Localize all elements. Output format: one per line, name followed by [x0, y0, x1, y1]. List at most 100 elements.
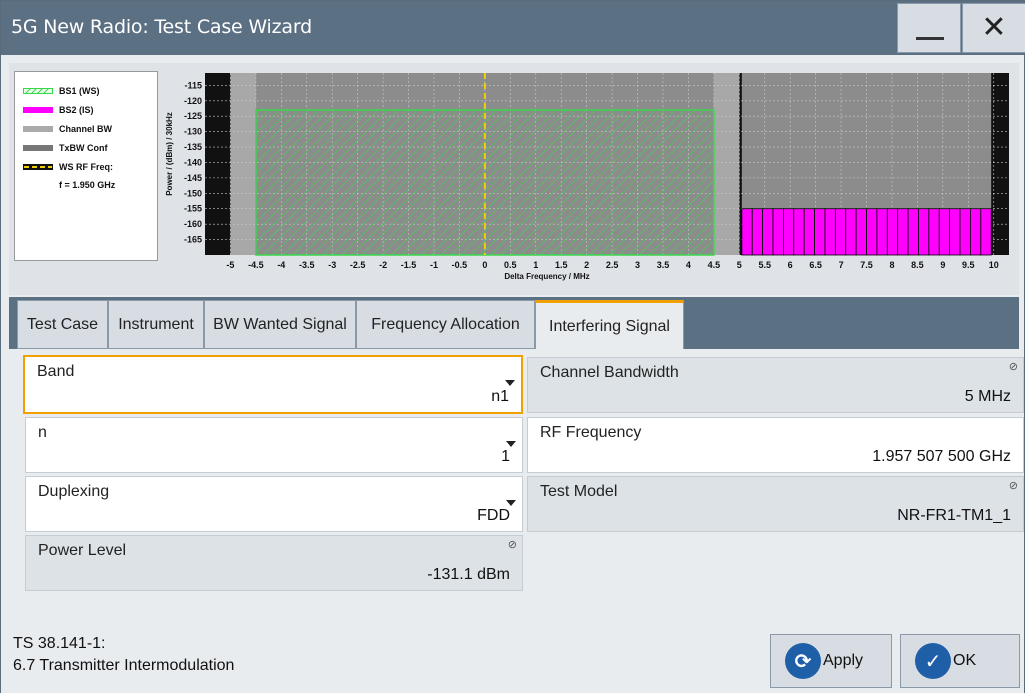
x-tick-label: 1 [533, 260, 538, 270]
x-tick-label: 0 [482, 260, 487, 270]
bs2-interfering-bar [814, 208, 826, 256]
y-tick-label: -160 [184, 219, 202, 229]
test-model-field: Test Model ⊘ NR-FR1-TM1_1 [527, 476, 1024, 532]
interfering-signal-form: Band n1 n 1 Duplexing FDD Power Level ⊘ … [9, 349, 1024, 627]
x-tick-label: 4 [686, 260, 691, 270]
dropdown-arrow-icon [505, 380, 515, 386]
bs2-interfering-bar [751, 208, 764, 256]
x-tick-label: 3.5 [657, 260, 670, 270]
n-select[interactable]: n 1 [25, 417, 523, 473]
bs2-interfering-bar [886, 208, 899, 256]
rf-frequency-label: RF Frequency [540, 424, 642, 441]
close-button[interactable]: ✕ [962, 3, 1025, 53]
bs2-interfering-bar [741, 208, 753, 256]
y-tick-label: -115 [184, 80, 202, 90]
title-bar: 5G New Radio: Test Case Wizard ✕ [1, 1, 1025, 55]
band-select[interactable]: Band n1 [23, 355, 523, 414]
ok-label: OK [953, 652, 977, 669]
minimize-button[interactable] [897, 3, 961, 53]
tab-instrument[interactable]: Instrument [108, 300, 204, 349]
tab-test-case[interactable]: Test Case [17, 300, 108, 349]
y-tick-label: -145 [184, 173, 202, 183]
bs2-interfering-bar [876, 208, 888, 256]
x-tick-label: 6 [788, 260, 793, 270]
bs2-interfering-bar [959, 208, 971, 256]
x-tick-label: 9.5 [962, 260, 975, 270]
bs2-interfering-bar [866, 208, 878, 256]
checkmark-icon: ✓ [915, 643, 951, 679]
test-model-label: Test Model [540, 483, 618, 500]
x-tick-label: 5.5 [758, 260, 771, 270]
x-tick-label: -1 [430, 260, 438, 270]
x-tick-label: 9 [940, 260, 945, 270]
bs2-interfering-bar [834, 208, 847, 256]
y-tick-label: -125 [184, 111, 202, 121]
duplexing-value: FDD [477, 507, 510, 524]
bs2-interfering-bar [803, 208, 815, 256]
rf-frequency-input[interactable]: RF Frequency 1.957 507 500 GHz [527, 417, 1024, 473]
x-tick-label: 8 [889, 260, 894, 270]
x-tick-label: 6.5 [809, 260, 822, 270]
refresh-icon: ⟳ [785, 643, 821, 679]
x-tick-label: 7.5 [860, 260, 873, 270]
bs2-interfering-bar [938, 208, 951, 256]
bs2-interfering-bar [970, 208, 982, 256]
apply-label: Apply [823, 652, 864, 669]
test-case-wizard-window: 5G New Radio: Test Case Wizard ✕ BS1 (WS… [0, 0, 1025, 693]
test-model-value: NR-FR1-TM1_1 [897, 507, 1011, 524]
x-tick-label: 5 [737, 260, 742, 270]
spectrum-chart: -5 -4.5 -4 -3.5 -3 -2.5 -2 -1.5 -1 -0.5 0 0.5 1 1.5 2 2… [165, 73, 1009, 281]
close-icon: ✕ [981, 10, 1007, 45]
dropdown-arrow-icon [506, 441, 516, 447]
x-tick-label: 2.5 [606, 260, 619, 270]
bs2-interfering-bar [928, 208, 940, 256]
x-tick-label: -0.5 [452, 260, 468, 270]
x-tick-label: -2 [379, 260, 387, 270]
minimize-icon [916, 37, 944, 40]
ok-button[interactable]: ✓ OK [900, 634, 1020, 688]
apply-button[interactable]: ⟳ Apply [770, 634, 892, 688]
y-tick-label: -165 [184, 235, 202, 245]
spec-reference: TS 38.141-1: [13, 635, 106, 652]
y-tick-label: -140 [184, 157, 202, 167]
bs2-interfering-bar [824, 208, 836, 256]
lock-icon: ⊘ [1008, 361, 1018, 373]
lock-icon: ⊘ [1008, 480, 1018, 492]
tab-frequency-allocation[interactable]: Frequency Allocation [356, 300, 535, 349]
x-tick-label: -2.5 [350, 260, 366, 270]
tab-interfering-signal[interactable]: Interfering Signal [535, 300, 684, 350]
tab-bar: Test Case Instrument BW Wanted Signal Fr… [9, 297, 1019, 350]
tab-bw-wanted-signal[interactable]: BW Wanted Signal [204, 300, 356, 349]
x-tick-label: -3 [328, 260, 336, 270]
y-tick-label: -135 [184, 142, 202, 152]
footer: TS 38.141-1: 6.7 Transmitter Intermodula… [1, 627, 1024, 693]
y-tick-label: -150 [184, 188, 202, 198]
spec-description: 6.7 Transmitter Intermodulation [13, 657, 235, 674]
dropdown-arrow-icon [506, 500, 516, 506]
duplexing-label: Duplexing [38, 483, 110, 500]
x-tick-label: 2 [584, 260, 589, 270]
x-tick-label: -3.5 [299, 260, 315, 270]
duplexing-select[interactable]: Duplexing FDD [25, 476, 523, 532]
x-tick-label: 8.5 [911, 260, 924, 270]
rf-frequency-value: 1.957 507 500 GHz [872, 448, 1011, 465]
channel-bandwidth-label: Channel Bandwidth [540, 364, 679, 381]
band-label: Band [37, 363, 75, 380]
y-tick-label: -130 [184, 127, 202, 137]
x-tick-label: 10 [989, 260, 999, 270]
x-tick-label: -4.5 [248, 260, 264, 270]
x-axis-label: Delta Frequency / MHz [504, 272, 589, 281]
y-axis-label: Power / (dBm) / 30kHz [165, 112, 174, 196]
bs2-interfering-bar [783, 208, 795, 256]
band-value: n1 [491, 388, 509, 405]
channel-bandwidth-value: 5 MHz [964, 388, 1011, 405]
x-tick-label: 3 [635, 260, 640, 270]
power-level-value: -131.1 dBm [427, 566, 510, 583]
bs2-interfering-bar [845, 208, 857, 256]
x-tick-label: 1.5 [555, 260, 568, 270]
bs2-interfering-bar [918, 208, 930, 256]
x-tick-label: 4.5 [708, 260, 721, 270]
n-value: 1 [501, 448, 510, 465]
x-tick-label: 0.5 [504, 260, 517, 270]
bs2-interfering-bar [793, 208, 805, 256]
